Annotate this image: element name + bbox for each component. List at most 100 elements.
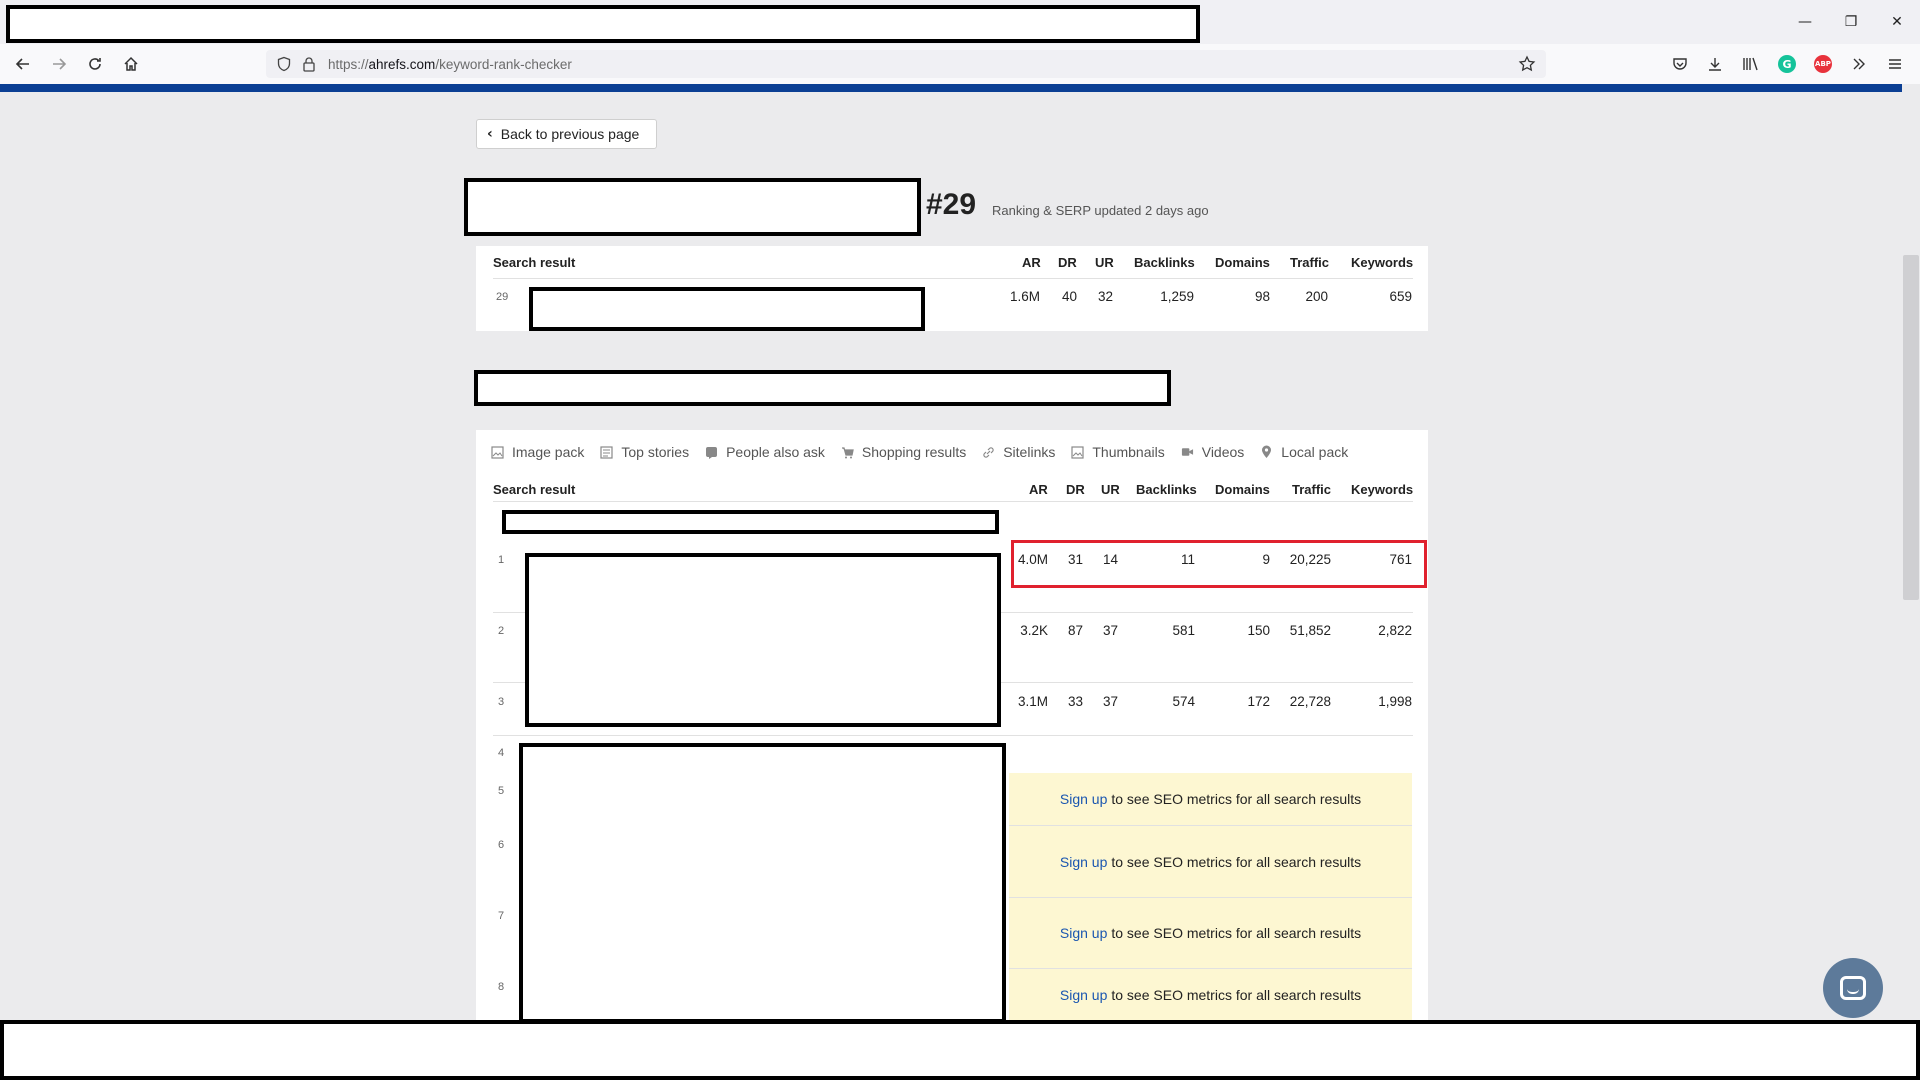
serp-row-position: 8	[498, 981, 505, 993]
forward-arrow-icon[interactable]	[44, 50, 74, 78]
redacted-serp-feature	[502, 510, 999, 534]
back-arrow-icon[interactable]	[8, 50, 38, 78]
serp-row-dr: 33	[1067, 694, 1083, 709]
serp-row-position: 1	[498, 554, 505, 566]
filter-people-also-ask[interactable]: People also ask	[705, 444, 825, 460]
menu-icon[interactable]	[1880, 50, 1910, 78]
scrollbar-thumb[interactable]	[1903, 255, 1919, 600]
filter-label: Videos	[1201, 444, 1245, 460]
rank-heading: #29	[926, 188, 977, 221]
filter-label: Local pack	[1281, 444, 1349, 460]
pocket-icon[interactable]	[1665, 50, 1695, 78]
serp-feature-filters: Image pack Top stories People also ask S…	[491, 442, 1364, 462]
own-backlinks: 1,259	[1160, 289, 1194, 304]
col-keywords-header[interactable]: Keywords	[1351, 482, 1413, 497]
col-ar-header[interactable]: AR	[1022, 255, 1041, 270]
own-keywords: 659	[1389, 289, 1412, 304]
redacted-url	[529, 287, 925, 331]
signup-text: to see SEO metrics for all search result…	[1111, 925, 1362, 941]
library-icon[interactable]	[1736, 50, 1766, 78]
serp-row-keywords: 1,998	[1378, 694, 1412, 709]
serp-row-ar: 3.1M	[1017, 694, 1048, 709]
filter-videos[interactable]: Videos	[1181, 444, 1245, 460]
overflow-chevrons-icon[interactable]	[1844, 50, 1874, 78]
minimize-button[interactable]: —	[1782, 8, 1828, 36]
col-domains-header[interactable]: Domains	[1215, 482, 1270, 497]
serp-row-dr: 87	[1067, 623, 1083, 638]
shield-icon[interactable]	[276, 56, 292, 75]
filter-sitelinks[interactable]: Sitelinks	[982, 444, 1055, 460]
signup-link[interactable]: Sign up	[1060, 854, 1107, 870]
close-button[interactable]: ✕	[1874, 8, 1920, 36]
serp-row-backlinks: 574	[1172, 694, 1195, 709]
back-to-previous-page-button[interactable]: ‹ Back to previous page	[476, 119, 657, 149]
updated-status: Ranking & SERP updated 2 days ago	[992, 203, 1209, 218]
lock-icon[interactable]	[302, 56, 316, 75]
search-result-header: Search result	[493, 482, 576, 497]
thumbnail-icon	[1071, 445, 1084, 459]
filter-local-pack[interactable]: Local pack	[1260, 444, 1348, 460]
redacted-results-4-8	[519, 743, 1006, 1023]
col-dr-header[interactable]: DR	[1066, 482, 1085, 497]
redacted-footer	[0, 1020, 1920, 1080]
chevron-left-icon: ‹	[487, 126, 493, 142]
chat-widget-button[interactable]	[1823, 958, 1883, 1018]
signup-prompt: Sign up to see SEO metrics for all search…	[1009, 826, 1412, 897]
reload-icon[interactable]	[80, 50, 110, 78]
serp-row-position: 5	[498, 785, 505, 797]
cart-icon	[841, 446, 854, 459]
col-backlinks-header[interactable]: Backlinks	[1134, 255, 1195, 270]
image-icon	[491, 445, 504, 459]
redacted-tab-strip	[6, 5, 1200, 43]
serp-row-domains: 150	[1247, 623, 1270, 638]
redacted-results-1-3	[525, 553, 1001, 727]
filter-shopping-results[interactable]: Shopping results	[841, 444, 966, 460]
url-scheme: https://	[328, 57, 369, 72]
col-keywords-header[interactable]: Keywords	[1351, 255, 1413, 270]
serp-row-traffic: 22,728	[1289, 694, 1331, 709]
filter-thumbnails[interactable]: Thumbnails	[1071, 444, 1165, 460]
signup-link[interactable]: Sign up	[1060, 987, 1107, 1003]
restore-button[interactable]: ❐	[1828, 8, 1874, 36]
filter-top-stories[interactable]: Top stories	[600, 444, 689, 460]
serp-row-keywords: 2,822	[1378, 623, 1412, 638]
col-domains-header[interactable]: Domains	[1215, 255, 1270, 270]
own-ar: 1.6M	[1009, 289, 1040, 304]
address-bar[interactable]: https://ahrefs.com/keyword-rank-checker	[266, 50, 1546, 78]
adblock-extension-icon[interactable]: ABP	[1808, 50, 1838, 78]
filter-image-pack[interactable]: Image pack	[491, 444, 584, 460]
signup-prompt: Sign up to see SEO metrics for all search…	[1009, 898, 1412, 968]
bookmark-star-icon[interactable]	[1518, 55, 1536, 76]
home-icon[interactable]	[116, 50, 146, 78]
serp-row-position: 6	[498, 839, 505, 851]
signup-link[interactable]: Sign up	[1060, 791, 1107, 807]
url-path: /keyword-rank-checker	[435, 57, 572, 72]
divider	[493, 278, 1413, 279]
own-domains: 98	[1254, 289, 1270, 304]
col-ar-header[interactable]: AR	[1029, 482, 1048, 497]
redacted-keyword	[464, 178, 921, 236]
serp-row-ur: 37	[1102, 623, 1118, 638]
download-icon[interactable]	[1700, 50, 1730, 78]
highlighted-metrics-row-1	[1011, 540, 1427, 588]
own-result-position: 29	[496, 291, 509, 303]
serp-row-position: 2	[498, 625, 505, 637]
serp-row-traffic: 51,852	[1289, 623, 1331, 638]
filter-label: Image pack	[512, 444, 585, 460]
col-traffic-header[interactable]: Traffic	[1290, 255, 1329, 270]
col-ur-header[interactable]: UR	[1095, 255, 1114, 270]
search-result-header: Search result	[493, 255, 576, 270]
col-traffic-header[interactable]: Traffic	[1292, 482, 1331, 497]
video-icon	[1181, 446, 1194, 459]
col-backlinks-header[interactable]: Backlinks	[1136, 482, 1197, 497]
col-dr-header[interactable]: DR	[1058, 255, 1077, 270]
signup-link[interactable]: Sign up	[1060, 925, 1107, 941]
url-host: ahrefs.com	[368, 57, 436, 72]
divider	[493, 735, 1413, 736]
chat-icon	[1840, 976, 1866, 1000]
news-icon	[600, 445, 613, 459]
col-ur-header[interactable]: UR	[1101, 482, 1120, 497]
url-text[interactable]: https://ahrefs.com/keyword-rank-checker	[328, 57, 572, 72]
signup-prompt: Sign up to see SEO metrics for all search…	[1009, 773, 1412, 825]
grammarly-extension-icon[interactable]: G	[1772, 50, 1802, 78]
